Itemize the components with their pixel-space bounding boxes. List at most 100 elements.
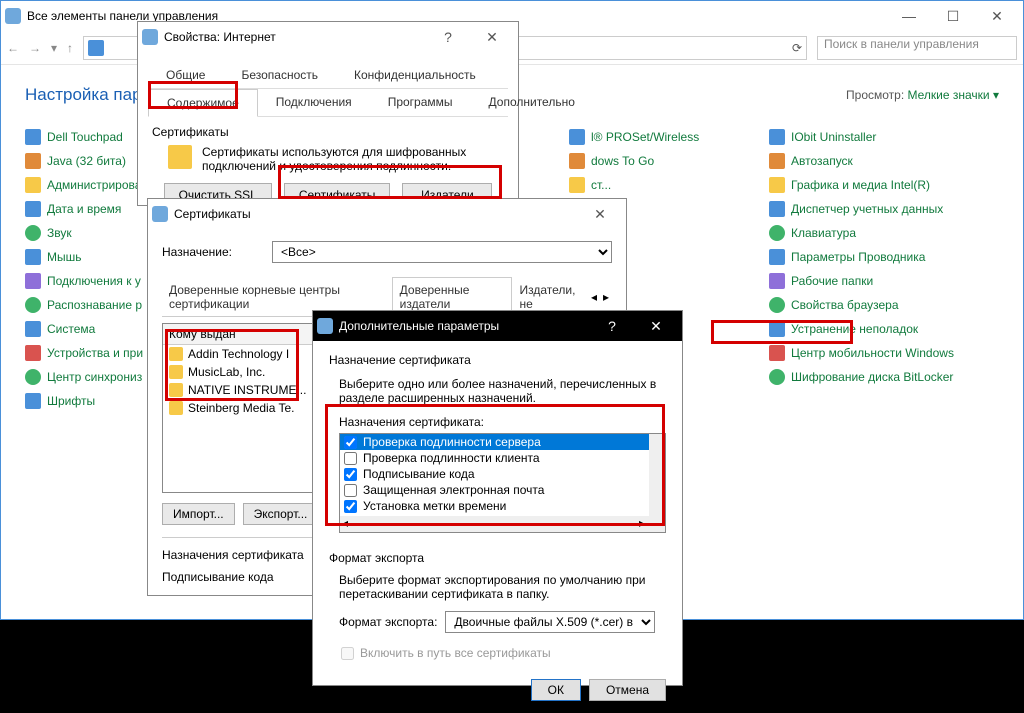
cp-right-link[interactable]: Центр мобильности Windows xyxy=(791,346,954,360)
cert-icon xyxy=(169,347,183,361)
purpose-select[interactable]: <Все> xyxy=(272,241,612,263)
help-icon[interactable]: ? xyxy=(590,318,634,334)
tab-privacy[interactable]: Конфиденциальность xyxy=(336,62,494,88)
cp-right-item[interactable]: Шифрование диска BitLocker xyxy=(769,369,999,385)
close-icon[interactable]: ✕ xyxy=(578,206,622,223)
minimize-icon[interactable]: — xyxy=(887,8,931,24)
cp-left-link[interactable]: Мышь xyxy=(47,250,82,264)
purpose-item[interactable]: Проверка подлинности сервера xyxy=(340,434,665,450)
export-format-label: Формат экспорта: xyxy=(339,615,437,629)
cp-mid-link[interactable]: ст... xyxy=(591,178,611,192)
purpose-listbox[interactable]: Проверка подлинности сервераПроверка под… xyxy=(339,433,666,533)
export-format-select[interactable]: Двоичные файлы X.509 (*.cer) в кодиров xyxy=(445,611,655,633)
purpose-item[interactable]: Подписывание кода xyxy=(340,466,665,482)
cp-left-link[interactable]: Центр синхрониз xyxy=(47,370,142,384)
back-icon[interactable]: ← xyxy=(7,41,19,55)
export-button[interactable]: Экспорт... xyxy=(243,503,319,525)
tab-advanced[interactable]: Дополнительно xyxy=(471,89,593,116)
cp-right-item[interactable]: Диспетчер учетных данных xyxy=(769,201,999,217)
cp-right-link[interactable]: Параметры Проводника xyxy=(791,250,925,264)
scrollbar-horizontal[interactable]: ◂▸ xyxy=(340,516,665,532)
app-icon xyxy=(769,153,785,169)
tab-connections[interactable]: Подключения xyxy=(258,89,370,116)
cp-right-item[interactable]: Параметры Проводника xyxy=(769,249,999,265)
app-icon xyxy=(25,177,41,193)
purpose-item[interactable]: Защищенная электронная почта xyxy=(340,482,665,498)
cancel-button[interactable]: Отмена xyxy=(589,679,666,701)
cp-right-link[interactable]: Шифрование диска BitLocker xyxy=(791,370,953,384)
inet-titlebar: Свойства: Интернет ? ✕ xyxy=(138,22,518,52)
cp-right-item[interactable]: Клавиатура xyxy=(769,225,999,241)
cp-mid-link[interactable]: dows To Go xyxy=(591,154,654,168)
forward-icon[interactable]: → xyxy=(29,41,41,55)
cp-right-item[interactable]: IObit Uninstaller xyxy=(769,129,999,145)
cp-right-link[interactable]: Диспетчер учетных данных xyxy=(791,202,943,216)
cp-left-link[interactable]: Система xyxy=(47,322,95,336)
cp-right-item[interactable]: Автозапуск xyxy=(769,153,999,169)
cp-right-link[interactable]: Графика и медиа Intel(R) xyxy=(791,178,930,192)
app-icon xyxy=(25,153,41,169)
tab-content[interactable]: Содержимое xyxy=(148,89,258,117)
scrollbar-vertical[interactable] xyxy=(649,434,665,516)
scroll-right-icon[interactable]: ▸ xyxy=(600,290,612,304)
cp-right-link[interactable]: Рабочие папки xyxy=(791,274,873,288)
app-icon xyxy=(769,321,785,337)
cp-left-link[interactable]: Дата и время xyxy=(47,202,121,216)
certs-titlebar: Сертификаты ✕ xyxy=(148,199,626,229)
purpose-item[interactable]: Проверка подлинности клиента xyxy=(340,450,665,466)
page-title: Настройка пара xyxy=(25,85,151,105)
cert-icon xyxy=(169,383,183,397)
help-icon[interactable]: ? xyxy=(426,29,470,45)
app-icon xyxy=(25,297,41,313)
close-icon[interactable]: ✕ xyxy=(634,318,678,335)
cp-right-item[interactable]: Центр мобильности Windows xyxy=(769,345,999,361)
ok-button[interactable]: ОК xyxy=(531,679,581,701)
app-icon xyxy=(25,129,41,145)
cp-right-link[interactable]: Устранение неполадок xyxy=(791,322,918,336)
cp-mid-item[interactable]: ст... xyxy=(569,177,729,193)
cp-right-link[interactable]: IObit Uninstaller xyxy=(791,130,876,144)
view-mode[interactable]: Мелкие значки ▾ xyxy=(908,88,999,102)
section2-label: Формат экспорта xyxy=(329,551,666,565)
app-icon xyxy=(769,225,785,241)
app-icon xyxy=(25,345,41,361)
cp-right-item[interactable]: Рабочие папки xyxy=(769,273,999,289)
tab-programs[interactable]: Программы xyxy=(370,89,471,116)
include-all-checkbox[interactable]: Включить в путь все сертификаты xyxy=(339,645,666,661)
cp-left-link[interactable]: Распознавание р xyxy=(47,298,142,312)
tab-security[interactable]: Безопасность xyxy=(223,62,336,88)
maximize-icon[interactable]: ☐ xyxy=(931,8,975,25)
app-icon xyxy=(769,129,785,145)
certificate-icon xyxy=(168,145,192,169)
up-icon[interactable]: ↑ xyxy=(67,41,73,55)
scroll-left-icon[interactable]: ◂ xyxy=(588,290,600,304)
cert-desc: Сертификаты используются для шифрованных… xyxy=(202,145,504,173)
app-icon xyxy=(25,201,41,217)
cp-left-link[interactable]: Java (32 бита) xyxy=(47,154,126,168)
search-box[interactable]: Поиск в панели управления xyxy=(817,36,1017,60)
app-icon xyxy=(25,249,41,265)
cp-right-item[interactable]: Свойства браузера xyxy=(769,297,999,313)
cp-right-link[interactable]: Клавиатура xyxy=(791,226,856,240)
app-icon xyxy=(25,321,41,337)
cp-left-link[interactable]: Dell Touchpad xyxy=(47,130,123,144)
chevron-down-icon[interactable]: ▾ xyxy=(51,41,57,55)
cp-right-item[interactable]: Графика и медиа Intel(R) xyxy=(769,177,999,193)
import-button[interactable]: Импорт... xyxy=(162,503,235,525)
cp-right-link[interactable]: Автозапуск xyxy=(791,154,853,168)
cp-mid-item[interactable]: l® PROSet/Wireless xyxy=(569,129,729,145)
cp-right-link[interactable]: Свойства браузера xyxy=(791,298,899,312)
cp-left-link[interactable]: Шрифты xyxy=(47,394,95,408)
purpose-item[interactable]: Установка метки времени xyxy=(340,498,665,514)
cp-left-link[interactable]: Устройства и при xyxy=(47,346,143,360)
tab-general[interactable]: Общие xyxy=(148,62,223,88)
section1-desc: Выберите одно или более назначений, пере… xyxy=(339,377,666,405)
cp-left-link[interactable]: Звук xyxy=(47,226,72,240)
cp-mid-link[interactable]: l® PROSet/Wireless xyxy=(591,130,699,144)
refresh-icon[interactable]: ⟳ xyxy=(792,41,802,55)
cp-right-item[interactable]: Устранение неполадок xyxy=(769,321,999,337)
close-icon[interactable]: ✕ xyxy=(975,8,1019,25)
cp-mid-item[interactable]: dows To Go xyxy=(569,153,729,169)
cp-left-link[interactable]: Подключения к у xyxy=(47,274,141,288)
close-icon[interactable]: ✕ xyxy=(470,29,514,46)
